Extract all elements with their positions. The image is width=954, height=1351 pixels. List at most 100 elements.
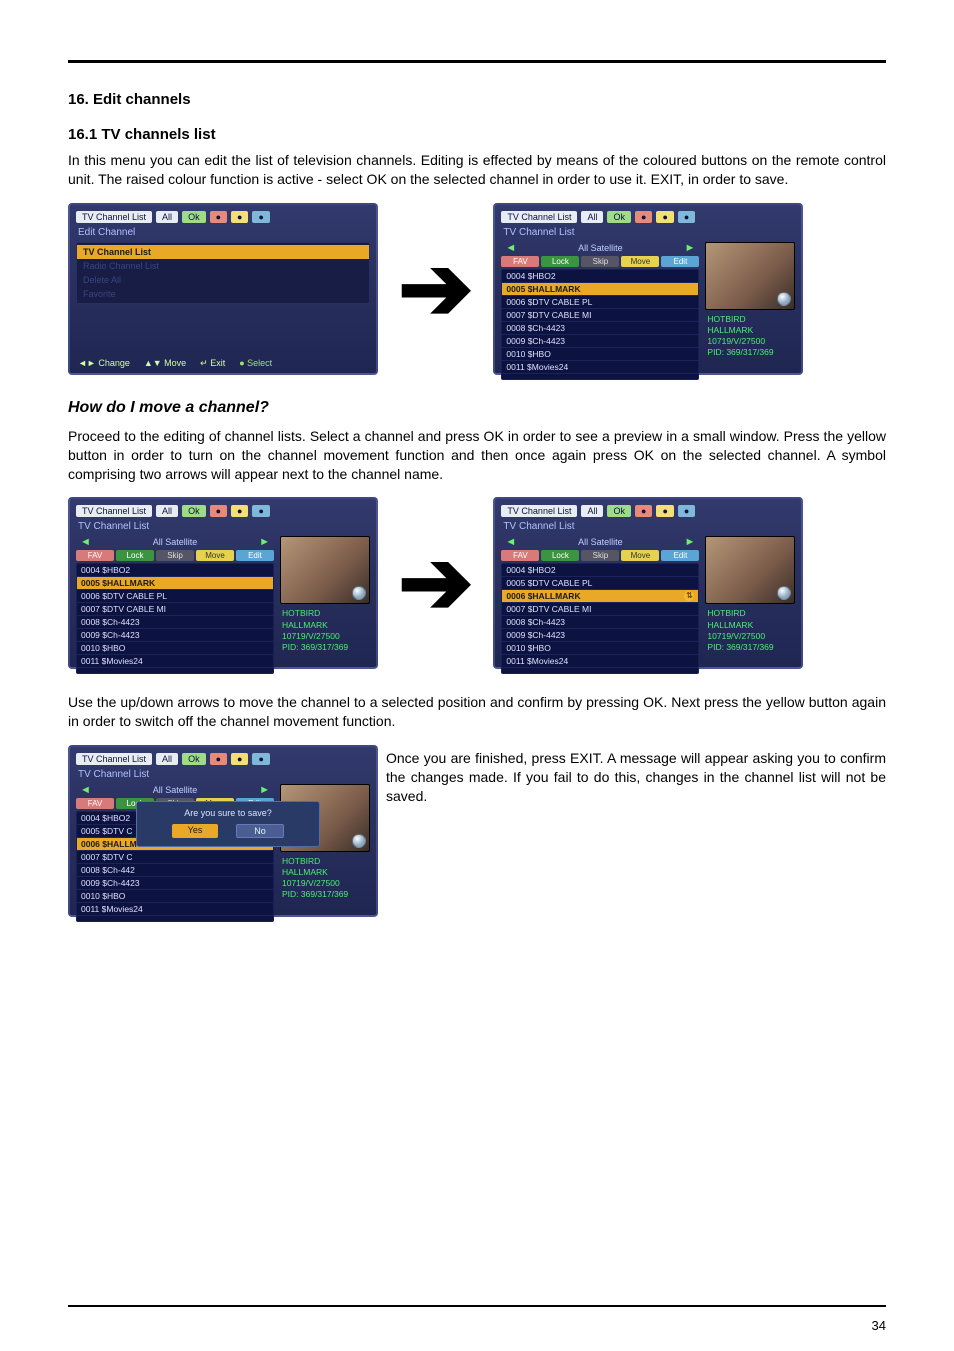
osd-title-bar: TV Channel List All Ok ● ● ● (76, 505, 370, 517)
info-icon (777, 292, 791, 306)
edit-menu-list: TV Channel ListRadio Channel ListDelete … (76, 242, 370, 304)
paragraph-move: Proceed to the editing of channel lists.… (68, 427, 886, 484)
channel-row[interactable]: 0011 $Movies24 (502, 655, 698, 668)
page-number: 34 (872, 1318, 886, 1333)
channel-row[interactable]: 0007 $DTV CABLE MI (77, 603, 273, 616)
channel-row[interactable]: 0009 $Ch-4423 (502, 629, 698, 642)
channel-row[interactable]: 0010 $HBO (77, 642, 273, 655)
channel-row[interactable]: 0006 $HALLMARK ⇅ (502, 590, 698, 603)
video-preview (705, 242, 795, 310)
tag-fav: FAV (76, 550, 114, 561)
channel-row[interactable]: 0007 $DTV C (77, 851, 273, 864)
info-freq: 10719/V/27500 (707, 631, 793, 642)
channel-row[interactable]: 0009 $Ch-4423 (502, 335, 698, 348)
channel-row[interactable]: 0007 $DTV CABLE MI (502, 603, 698, 616)
tag-edit: Edit (661, 550, 699, 561)
move-arrows-icon: ⇅ (684, 591, 694, 601)
info-name: HALLMARK (707, 325, 793, 336)
paragraph-updown: Use the up/down arrows to move the chann… (68, 693, 886, 731)
channel-row[interactable]: 0011 $Movies24 (502, 361, 698, 374)
channel-label: 0010 $HBO (81, 891, 125, 901)
dialog-yes-button[interactable]: Yes (172, 824, 218, 838)
channel-row[interactable]: 0011 $Movies24 (77, 903, 273, 916)
chip-red: ● (635, 505, 652, 517)
channel-row[interactable]: 0006 $DTV CABLE PL (502, 296, 698, 309)
left-triangle-icon: ◄ (80, 536, 91, 548)
figure-row-1: TV Channel List All Ok ● ● ● Edit Channe… (68, 203, 886, 375)
info-pid: PID: 369/317/369 (282, 889, 368, 900)
satellite-bar: ◄ All Satellite ► (76, 784, 274, 796)
channel-label: 0007 $DTV CABLE MI (81, 604, 166, 614)
info-icon (777, 586, 791, 600)
tag-lock: Lock (541, 256, 579, 267)
channel-row[interactable]: 0008 $Ch-4423 (502, 616, 698, 629)
info-name: HALLMARK (282, 620, 368, 631)
chip-red: ● (210, 211, 227, 223)
channel-list: 0004 $HBO2 0005 $DTV CABLE PL0006 $HALLMA… (501, 563, 699, 674)
chip-yellow: ● (231, 505, 248, 517)
channel-label: 0006 $HALLMARK (506, 591, 580, 601)
chip-red: ● (635, 211, 652, 223)
channel-row[interactable]: 0009 $Ch-4423 (77, 629, 273, 642)
chip-blue: ● (252, 211, 269, 223)
info-pid: PID: 369/317/369 (707, 347, 793, 358)
channel-row[interactable]: 0009 $Ch-4423 (77, 877, 273, 890)
channel-label: 0004 $HBO2 (506, 565, 555, 575)
video-preview (705, 536, 795, 604)
menu-item[interactable]: Favorite (77, 287, 369, 301)
channel-row[interactable]: 0005 $DTV CABLE PL (502, 577, 698, 590)
channel-row[interactable]: 0008 $Ch-442 (77, 864, 273, 877)
menu-item[interactable]: Delete All (77, 273, 369, 287)
title-chip: TV Channel List (76, 505, 152, 517)
function-tags: FAV Lock Skip Move Edit (501, 256, 699, 267)
channel-info: HOTBIRD HALLMARK 10719/V/27500 PID: 369/… (705, 312, 795, 380)
chip-yellow: ● (231, 753, 248, 765)
channel-row[interactable]: 0004 $HBO2 (77, 564, 273, 577)
channel-row[interactable]: 0004 $HBO2 (502, 270, 698, 283)
channel-row[interactable]: 0005 $HALLMARK (77, 577, 273, 590)
dialog-no-button[interactable]: No (236, 824, 284, 838)
menu-item[interactable]: TV Channel List (77, 245, 369, 259)
channel-label: 0004 $HBO2 (81, 565, 130, 575)
channel-row[interactable]: 0010 $HBO (502, 642, 698, 655)
satellite-name: All Satellite (578, 243, 623, 253)
satellite-bar: ◄ All Satellite ► (501, 536, 699, 548)
chip-red: ● (210, 753, 227, 765)
panel-caption: TV Channel List (503, 521, 795, 532)
channel-row[interactable]: 0010 $HBO (77, 890, 273, 903)
hint-move: ▲▼ Move (144, 358, 186, 369)
channel-row[interactable]: 0007 $DTV CABLE MI (502, 309, 698, 322)
channel-label: 0009 $Ch-4423 (81, 630, 140, 640)
osd-channel-list-a: TV Channel List All Ok ● ● ● TV Channel … (493, 203, 803, 375)
channel-label: 0008 $Ch-442 (81, 865, 135, 875)
osd-edit-channel: TV Channel List All Ok ● ● ● Edit Channe… (68, 203, 378, 375)
osd-channel-list-b: TV Channel List All Ok ● ● ● TV Channel … (68, 497, 378, 669)
channel-row[interactable]: 0010 $HBO (502, 348, 698, 361)
channel-row[interactable]: 0011 $Movies24 (77, 655, 273, 668)
osd-channel-list-c: TV Channel List All Ok ● ● ● TV Channel … (493, 497, 803, 669)
info-freq: 10719/V/27500 (282, 631, 368, 642)
tag-skip: Skip (581, 256, 619, 267)
left-triangle-icon: ◄ (505, 536, 516, 548)
channel-row[interactable]: 0004 $HBO2 (502, 564, 698, 577)
channel-row[interactable]: 0008 $Ch-4423 (77, 616, 273, 629)
channel-row[interactable]: 0008 $Ch-4423 (502, 322, 698, 335)
chip-yellow: ● (656, 211, 673, 223)
channel-label: 0011 $Movies24 (506, 656, 568, 666)
tag-lock: Lock (116, 550, 154, 561)
channel-label: 0006 $DTV CABLE PL (81, 591, 167, 601)
channel-label: 0008 $Ch-4423 (81, 617, 140, 627)
channel-row[interactable]: 0005 $HALLMARK (502, 283, 698, 296)
channel-list: 0004 $HBO2 0005 $HALLMARK0006 $DTV CABLE … (76, 563, 274, 674)
video-preview (280, 536, 370, 604)
channel-row[interactable]: 0006 $DTV CABLE PL (77, 590, 273, 603)
satellite-name: All Satellite (153, 537, 198, 547)
chip-all: All (156, 211, 178, 223)
left-triangle-icon: ◄ (505, 242, 516, 254)
channel-label: 0005 $DTV C (81, 826, 133, 836)
title-chip: TV Channel List (501, 211, 577, 223)
menu-item[interactable]: Radio Channel List (77, 259, 369, 273)
chip-ok: Ok (607, 211, 631, 223)
info-name: HALLMARK (707, 620, 793, 631)
hint-change: ◄► Change (78, 358, 130, 369)
